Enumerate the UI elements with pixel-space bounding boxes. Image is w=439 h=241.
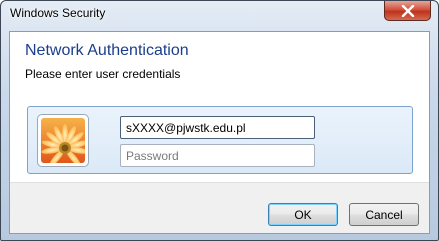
dialog-heading: Network Authentication [25, 42, 189, 59]
button-bar: OK Cancel [10, 182, 429, 233]
credential-tile[interactable] [27, 106, 413, 174]
title-bar[interactable]: Windows Security [1, 1, 438, 27]
ok-button[interactable]: OK [268, 203, 338, 226]
dialog-subheading: Please enter user credentials [25, 67, 181, 81]
window-title: Windows Security [10, 6, 106, 20]
password-field[interactable] [120, 144, 315, 167]
close-button[interactable] [384, 1, 431, 21]
dialog-body: Network Authentication Please enter user… [9, 31, 430, 234]
windows-security-dialog: Windows Security Network Authentication … [0, 0, 439, 241]
username-field[interactable] [120, 116, 315, 139]
flower-user-tile-icon [37, 114, 89, 167]
cancel-button[interactable]: Cancel [349, 203, 419, 226]
close-icon [385, 1, 430, 20]
